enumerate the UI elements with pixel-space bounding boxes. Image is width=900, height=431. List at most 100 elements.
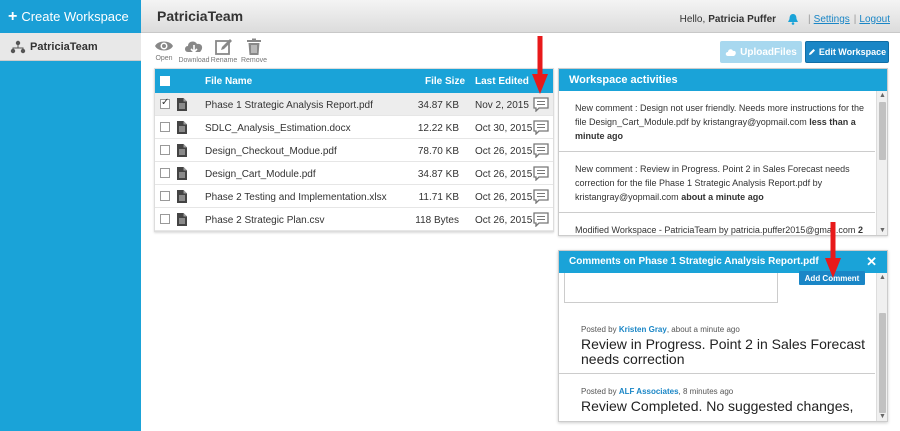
document-icon <box>177 144 187 157</box>
scroll-up-icon[interactable]: ▲ <box>879 274 886 281</box>
comment-body: Review Completed. No suggested changes, <box>581 398 854 414</box>
open-button[interactable]: Open <box>152 38 176 64</box>
download-label: Download <box>178 57 210 64</box>
table-row[interactable]: SDLC_Analysis_Estimation.docx 12.22 KB Oct… <box>155 116 553 139</box>
row-checkbox[interactable] <box>160 122 170 132</box>
edit-workspace-label: Edit Workspace <box>818 47 887 57</box>
document-icon <box>177 213 187 226</box>
annotation-arrow <box>825 222 841 278</box>
column-header-size[interactable]: File Size <box>425 76 465 87</box>
separator: | <box>808 13 811 25</box>
team-hierarchy-icon <box>10 40 26 53</box>
close-icon[interactable]: ✕ <box>866 254 877 270</box>
row-checkbox[interactable] <box>160 168 170 178</box>
file-table: File Name File Size Last Edited Phase 1 … <box>154 68 554 232</box>
scroll-down-icon[interactable]: ▼ <box>879 413 886 420</box>
document-icon <box>177 167 187 180</box>
activities-title: Workspace activities <box>559 69 887 91</box>
activity-item: New comment : Review in Progress. Point … <box>559 152 875 213</box>
comment-input[interactable] <box>564 273 778 303</box>
page-title: PatriciaTeam <box>157 8 244 24</box>
file-size: 34.87 KB <box>417 169 459 180</box>
file-date: Oct 30, 2015 <box>475 123 533 134</box>
edit-workspace-button[interactable]: Edit Workspace <box>805 41 889 63</box>
activity-item: New comment : Design not user friendly. … <box>559 91 875 152</box>
rename-button[interactable]: Rename <box>210 38 238 64</box>
file-name[interactable]: Phase 1 Strategic Analysis Report.pdf <box>205 100 373 111</box>
file-toolbar: Open Download Rename Remove <box>152 38 268 64</box>
table-row[interactable]: Phase 1 Strategic Analysis Report.pdf 34.… <box>155 93 553 116</box>
cloud-download-icon <box>185 41 203 54</box>
file-size: 118 Bytes <box>415 215 459 226</box>
plus-icon: + <box>8 7 18 25</box>
remove-button[interactable]: Remove <box>240 38 268 64</box>
file-name[interactable]: Design_Checkout_Modue.pdf <box>205 146 337 157</box>
file-name[interactable]: Phase 2 Strategic Plan.csv <box>205 215 325 226</box>
comment-icon[interactable] <box>533 97 549 112</box>
download-button[interactable]: Download <box>178 38 210 64</box>
table-row[interactable]: Phase 2 Strategic Plan.csv 118 Bytes Oct 2… <box>155 208 553 231</box>
scrollbar-thumb[interactable] <box>879 102 886 160</box>
table-body: Phase 1 Strategic Analysis Report.pdf 34.… <box>155 93 553 231</box>
file-date: Oct 26, 2015 <box>475 192 533 203</box>
upload-files-button[interactable]: UploadFiles <box>720 41 802 63</box>
edit-icon <box>215 39 232 55</box>
document-icon <box>177 98 187 111</box>
file-size: 34.87 KB <box>417 100 459 111</box>
file-name[interactable]: Design_Cart_Module.pdf <box>205 169 316 180</box>
divider <box>559 373 875 374</box>
pencil-icon <box>808 49 815 55</box>
activity-time: about a minute ago <box>681 192 764 202</box>
comment-icon[interactable] <box>533 189 549 204</box>
comments-scrollbar[interactable]: ▲ ▼ <box>876 273 887 421</box>
header: PatriciaTeam Hello, Patricia Puffer | Se… <box>141 0 900 33</box>
comment-icon[interactable] <box>533 143 549 158</box>
bell-icon[interactable] <box>786 13 800 25</box>
sidebar-item-label: PatriciaTeam <box>30 40 98 53</box>
file-name[interactable]: Phase 2 Testing and Implementation.xlsx <box>205 192 387 203</box>
file-date: Oct 26, 2015 <box>475 146 533 157</box>
comment-author[interactable]: Kristen Gray <box>619 325 667 334</box>
activity-text: Modified Workspace - PatriciaTeam by pat… <box>575 225 856 235</box>
comment-body: Review in Progress. Point 2 in Sales For… <box>581 336 866 367</box>
column-header-name[interactable]: File Name <box>205 76 252 87</box>
user-bar: Hello, Patricia Puffer | Settings | Logo… <box>680 13 890 25</box>
comment-author[interactable]: ALF Associates <box>619 387 679 396</box>
rename-label: Rename <box>210 57 238 64</box>
row-checkbox[interactable] <box>160 97 170 109</box>
activities-scrollbar[interactable]: ▲ ▼ <box>876 91 887 235</box>
file-date: Nov 2, 2015 <box>475 100 529 111</box>
settings-link[interactable]: Settings <box>814 14 850 25</box>
row-checkbox[interactable] <box>160 145 170 155</box>
column-header-date[interactable]: Last Edited <box>475 76 529 87</box>
sidebar-item-patriciateam[interactable]: PatriciaTeam <box>0 33 141 61</box>
comment-item: Posted by Kristen Gray, about a minute a… <box>559 325 875 367</box>
scroll-down-icon[interactable]: ▼ <box>879 227 886 234</box>
posted-by-label: Posted by <box>581 325 617 334</box>
row-checkbox[interactable] <box>160 214 170 224</box>
select-all-checkbox[interactable] <box>160 76 170 86</box>
scroll-up-icon[interactable]: ▲ <box>879 92 886 99</box>
table-row[interactable]: Phase 2 Testing and Implementation.xlsx 1… <box>155 185 553 208</box>
eye-icon <box>155 41 173 51</box>
cloud-upload-icon <box>725 48 736 56</box>
table-row[interactable]: Design_Cart_Module.pdf 34.87 KB Oct 26, 20… <box>155 162 553 185</box>
scrollbar-thumb[interactable] <box>879 313 886 413</box>
file-size: 11.71 KB <box>418 192 459 203</box>
table-row[interactable]: Design_Checkout_Modue.pdf 78.70 KB Oct 26,… <box>155 139 553 162</box>
file-name[interactable]: SDLC_Analysis_Estimation.docx <box>205 123 351 134</box>
create-workspace-button[interactable]: + Create Workspace <box>0 0 141 33</box>
table-header: File Name File Size Last Edited <box>155 69 553 93</box>
comment-icon[interactable] <box>533 120 549 135</box>
comment-icon[interactable] <box>533 212 549 227</box>
upload-files-label: UploadFiles <box>740 46 797 58</box>
trash-icon <box>247 38 261 55</box>
sidebar: + Create Workspace PatriciaTeam <box>0 0 141 431</box>
remove-label: Remove <box>240 57 268 64</box>
logout-link[interactable]: Logout <box>859 14 890 25</box>
row-checkbox[interactable] <box>160 191 170 201</box>
comment-time: , about a minute ago <box>666 325 740 334</box>
annotation-arrow <box>532 36 548 94</box>
comment-icon[interactable] <box>533 166 549 181</box>
comment-time: , 8 minutes ago <box>678 387 734 396</box>
